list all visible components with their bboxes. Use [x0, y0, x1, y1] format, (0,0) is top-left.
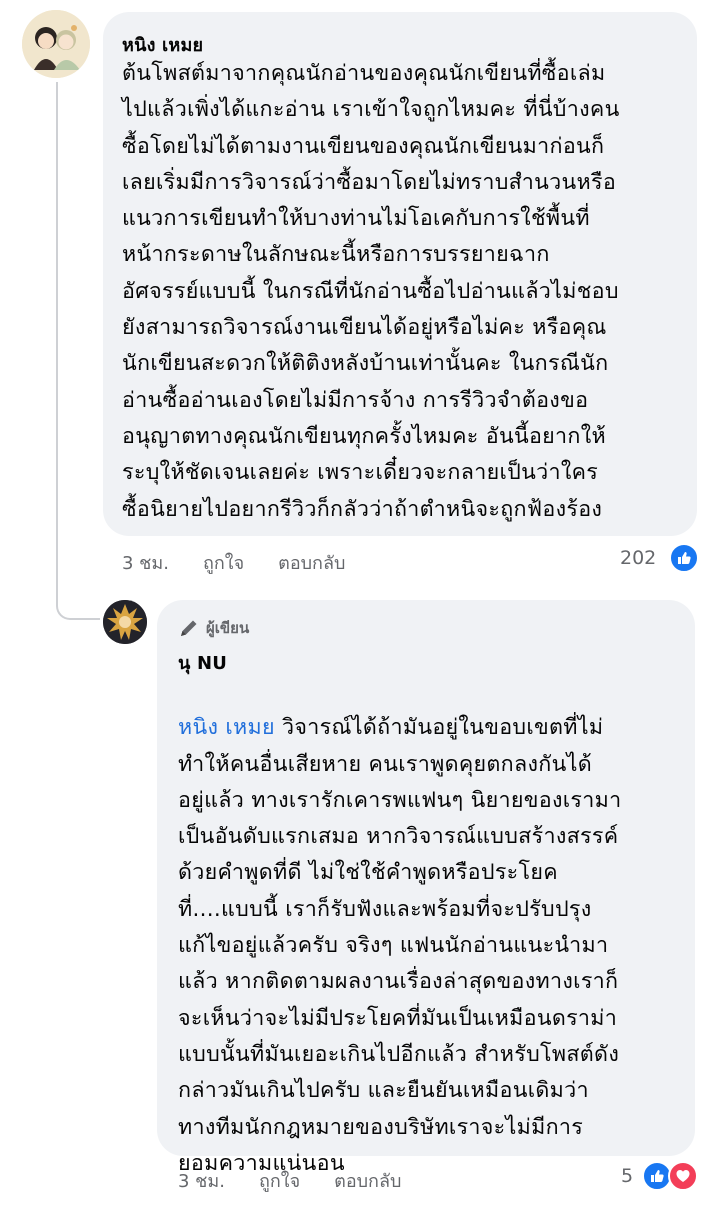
comment-author[interactable]: นุ NU	[178, 648, 227, 677]
comment-time[interactable]: 3 ชม.	[178, 1166, 225, 1195]
thread-line-curve	[56, 596, 100, 620]
like-button[interactable]: ถูกใจ	[259, 1166, 300, 1195]
reaction-count[interactable]: 5	[621, 1165, 633, 1187]
reply-text: หนิง เหมย วิจารณ์ได้ถ้ามันอยู่ในขอบเขตที…	[178, 674, 688, 1218]
pen-icon	[181, 620, 197, 636]
comment-text: ต้นโพสต์มาจากคุณนักอ่านของคุณนักเขียนที่…	[122, 61, 620, 522]
comment-time[interactable]: 3 ชม.	[122, 548, 169, 577]
reply-button[interactable]: ตอบกลับ	[334, 1166, 401, 1195]
avatar-image	[103, 600, 147, 644]
avatar[interactable]	[22, 10, 90, 78]
reply-text-rest: ทำให้คนอื่นเสียหาย คนเราพูดคุยตกลงกันได้…	[178, 751, 622, 1176]
avatar[interactable]	[103, 600, 147, 644]
reply-button[interactable]: ตอบกลับ	[278, 548, 345, 577]
reaction-count[interactable]: 202	[620, 547, 656, 569]
like-button[interactable]: ถูกใจ	[203, 548, 244, 577]
thread-line	[56, 82, 58, 602]
comment-actions: 3 ชม. ถูกใจ ตอบกลับ	[122, 548, 379, 577]
comment-actions: 3 ชม. ถูกใจ ตอบกลับ	[178, 1166, 435, 1195]
reply-text-first: วิจารณ์ได้ถ้ามันอยู่ในขอบเขตที่ไม่	[274, 715, 604, 741]
like-icon[interactable]	[669, 543, 699, 573]
mention-link[interactable]: หนิง เหมย	[178, 715, 275, 740]
author-badge-label: ผู้เขียน	[206, 619, 250, 637]
avatar-image	[22, 10, 90, 78]
author-badge: ผู้เขียน	[178, 616, 249, 640]
love-icon[interactable]	[668, 1161, 698, 1191]
comment-author[interactable]: หนิง เหมย	[122, 30, 203, 59]
